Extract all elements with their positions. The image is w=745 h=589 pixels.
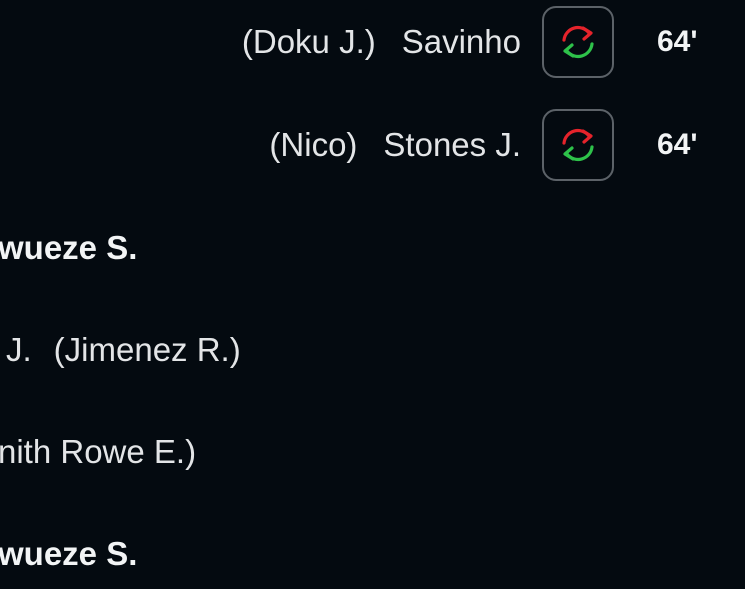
- player-out-name: (Doku J.): [241, 23, 376, 60]
- event-player-name: wueze S.: [0, 535, 138, 572]
- home-event-row: nith Rowe E.): [0, 416, 196, 488]
- home-event-row: wueze S.: [0, 518, 137, 589]
- player-out-name: (Nico): [269, 126, 358, 163]
- player-out-name: nith Rowe E.): [0, 433, 197, 470]
- event-minute: 64': [657, 128, 698, 161]
- home-event-row: J. (Jimenez R.): [0, 314, 241, 386]
- player-out-name: (Jimenez R.): [53, 331, 241, 368]
- player-in-name: Savinho: [401, 23, 521, 60]
- home-event-row: wueze S.: [0, 212, 137, 284]
- substitution-icon: [542, 6, 614, 78]
- player-in-name: Stones J.: [383, 126, 521, 163]
- match-events-panel: (Doku J.) Savinho 64' (Nico) Stones J. 6…: [0, 0, 745, 589]
- event-player-name: wueze S.: [0, 229, 138, 266]
- event-minute: 64': [657, 25, 698, 58]
- substitution-row: (Doku J.) Savinho 64': [0, 6, 745, 78]
- player-in-name: J.: [6, 331, 32, 368]
- substitution-row: (Nico) Stones J. 64': [0, 109, 745, 181]
- substitution-icon: [542, 109, 614, 181]
